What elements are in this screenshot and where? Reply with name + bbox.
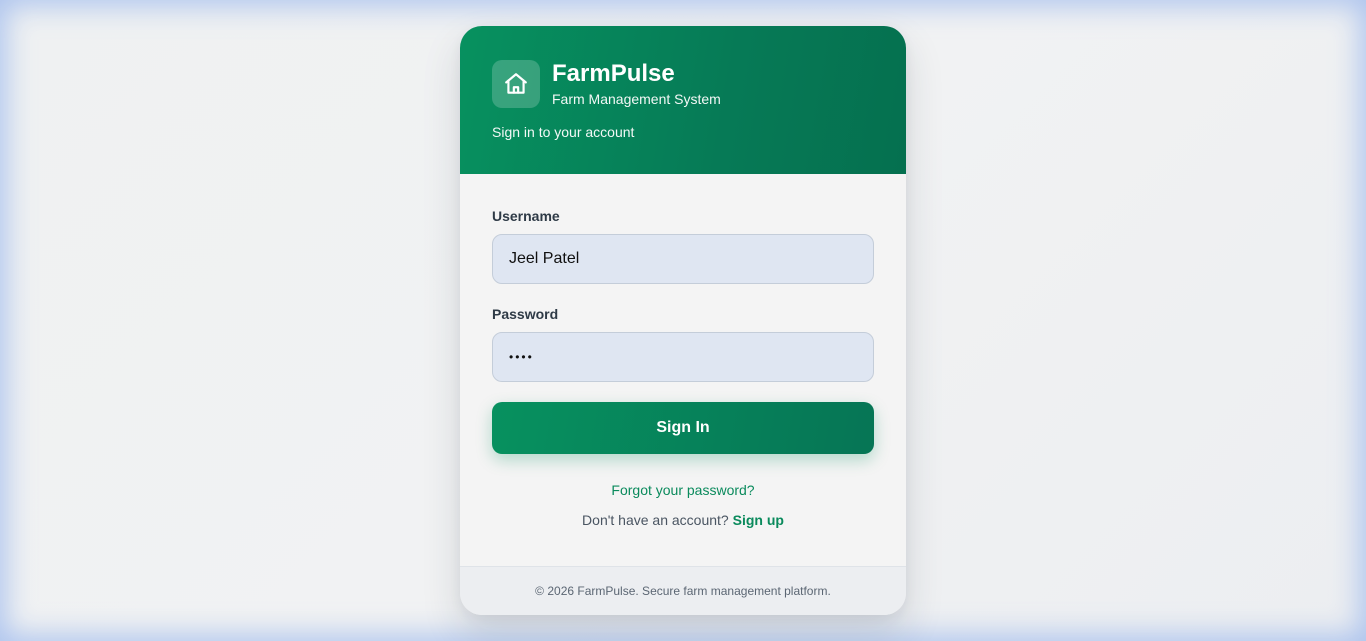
signup-row: Don't have an account? Sign up [492, 512, 874, 528]
forgot-password-link[interactable]: Forgot your password? [492, 482, 874, 498]
brand-text: FarmPulse Farm Management System [552, 60, 721, 108]
brand-name: FarmPulse [552, 60, 675, 87]
password-label: Password [492, 306, 559, 322]
header-tagline: Sign in to your account [492, 124, 635, 140]
login-card: FarmPulse Farm Management System Sign in… [460, 26, 906, 615]
password-input[interactable]: •••• [492, 332, 874, 382]
username-value: Jeel Patel [509, 250, 580, 267]
brand: FarmPulse Farm Management System [492, 60, 874, 108]
password-field-group: Password •••• [492, 306, 874, 382]
brand-subtitle: Farm Management System [552, 91, 721, 107]
home-icon [492, 60, 540, 108]
password-value: •••• [509, 350, 534, 364]
login-form: Username Jeel Patel Password •••• Sign I… [460, 174, 906, 528]
footer-text: © 2026 FarmPulse. Secure farm management… [535, 584, 831, 598]
sign-up-link[interactable]: Sign up [733, 512, 784, 528]
username-label: Username [492, 208, 560, 224]
card-footer: © 2026 FarmPulse. Secure farm management… [460, 566, 906, 615]
username-field-group: Username Jeel Patel [492, 208, 874, 284]
sign-in-button[interactable]: Sign In [492, 402, 874, 454]
signup-prompt: Don't have an account? [582, 512, 733, 528]
card-header: FarmPulse Farm Management System Sign in… [460, 26, 906, 174]
username-input[interactable]: Jeel Patel [492, 234, 874, 284]
